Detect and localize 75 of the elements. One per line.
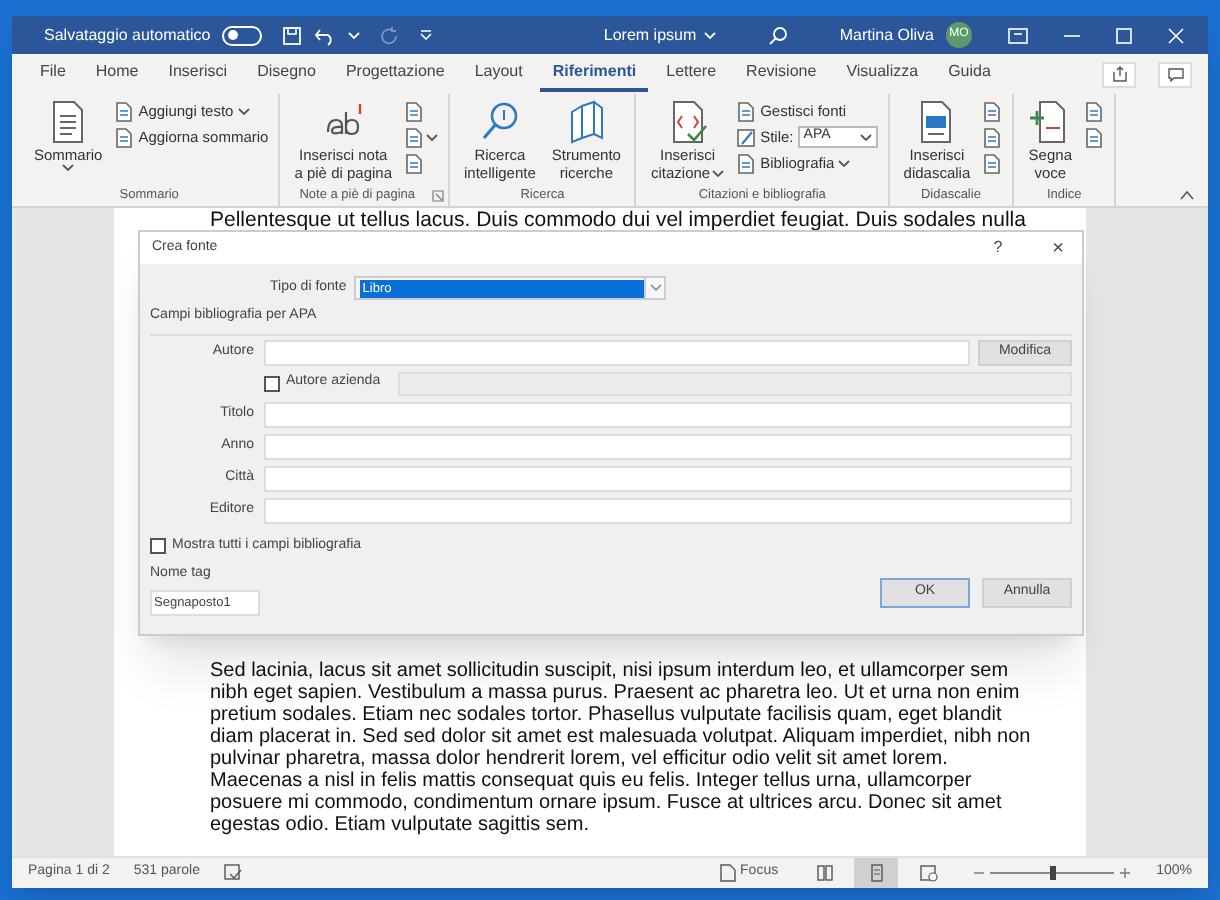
text-field[interactable]	[264, 465, 1072, 491]
document-icon	[404, 101, 425, 121]
save-icon[interactable]	[282, 25, 303, 45]
share-icon	[1111, 66, 1127, 82]
document-icon	[982, 127, 1003, 147]
autosave-label: Salvataggio automatico	[44, 23, 211, 47]
caret-icon	[348, 31, 361, 39]
ribbon-tab[interactable]: Lettere	[654, 57, 729, 91]
caret-icon	[237, 107, 250, 115]
web-layout-icon	[919, 864, 938, 882]
caret-icon	[859, 133, 872, 141]
text-field[interactable]	[264, 497, 1072, 523]
read-mode-icon	[815, 864, 834, 882]
zoom-out-icon[interactable]	[974, 868, 985, 878]
search-icon[interactable]	[767, 25, 788, 45]
comment-icon	[1167, 67, 1183, 81]
share-button[interactable]	[1102, 61, 1136, 87]
user-name: Martina Oliva	[839, 23, 934, 47]
ribbon-tab[interactable]: Progettazione	[333, 57, 457, 91]
ribbon-tab[interactable]: Layout	[462, 57, 535, 91]
ribbon-tab[interactable]: File	[28, 57, 78, 91]
print-layout-icon	[867, 864, 886, 882]
view-button[interactable]	[854, 858, 899, 888]
document-icon	[404, 153, 425, 173]
document-icon	[736, 101, 757, 121]
ribbon-icon-button[interactable]	[404, 126, 439, 148]
document-icon	[114, 101, 135, 121]
caret-icon	[649, 284, 662, 292]
focus-icon	[720, 864, 737, 882]
caret-icon	[704, 31, 717, 39]
autosave-toggle[interactable]	[222, 25, 263, 45]
document-text: Pellentesque ut tellus lacus. Duis commodo dui vel imperdiet feugiat. Duis sodales nulla	[210, 208, 1026, 234]
comments-button[interactable]	[1158, 61, 1192, 87]
document-icon	[114, 127, 135, 147]
document-icon	[982, 153, 1003, 173]
ribbon-tab[interactable]: Guida	[936, 57, 1003, 91]
maximize-icon[interactable]	[1116, 27, 1132, 43]
proofing-icon[interactable]	[223, 864, 242, 882]
close-icon[interactable]	[1168, 27, 1184, 43]
ribbon-tab[interactable]: Inserisci	[156, 57, 240, 91]
ribbon-tab[interactable]: Disegno	[245, 57, 328, 91]
ribbon-tab[interactable]: Home	[83, 57, 151, 91]
zoom-in-icon[interactable]	[1120, 868, 1131, 878]
close-button[interactable]: ×	[1046, 233, 1070, 263]
document-icon	[1084, 101, 1105, 121]
ribbon-icon-button[interactable]	[982, 100, 1003, 122]
document-icon	[982, 101, 1003, 121]
text-field[interactable]	[264, 339, 970, 365]
ribbon-icon-button[interactable]	[1084, 126, 1105, 148]
document-paragraph: Sed lacinia, lacus sit amet sollicitudin suscipit, nisi ipsum interdum leo, et ullamcorper sem nibh eget sapien. Vestibulum a massa purus. Praesent ac pharetra leo. Ut et urna non enim pretium sodales. Etiam nec sodales tortor. Phasellus vulputate facilisis quam, eget blandit diam placerat in. Sed sed dolor sit amet est malesuada volutpat. Aliquam imperdiet, nibh non pulvinar pharetra, massa dolor hendrerit lorem, vel efficitur odio velit sit amet lorem. Maecenas a nisl in felis mattis consequat quis eu felis. Integer tellus urna, ullamcorper posuere mi commodo, condimentum ornare ipsum. Fusce at ultrices arcu. Donec sit amet egestas odio. Etiam vulputate sagittis sem.	[210, 660, 1033, 836]
caret-icon	[712, 169, 725, 177]
ribbon-display-icon[interactable]	[1008, 27, 1028, 43]
slider-thumb[interactable]	[1049, 866, 1056, 880]
ribbon-tab[interactable]: Revisione	[734, 57, 829, 91]
caret-icon	[426, 133, 439, 141]
caret-icon	[838, 159, 851, 167]
collapse-ribbon-icon[interactable]	[1180, 190, 1194, 200]
style-icon	[736, 127, 757, 147]
ribbon-tab[interactable]: Visualizza	[834, 57, 931, 91]
text-field[interactable]	[264, 433, 1072, 459]
document-icon	[736, 153, 757, 173]
dialog-launcher-icon[interactable]	[432, 190, 445, 202]
checkbox[interactable]	[150, 537, 166, 554]
document-icon	[1084, 127, 1105, 147]
customize-caret-icon[interactable]	[420, 30, 433, 40]
magnifier-icon	[477, 100, 522, 144]
ribbon-icon-button[interactable]	[982, 152, 1003, 174]
help-button[interactable]: ?	[986, 236, 1010, 260]
undo-icon[interactable]	[314, 25, 337, 45]
ribbon-icon-button[interactable]	[982, 126, 1003, 148]
ribbon-icon-button[interactable]	[1084, 100, 1105, 122]
document-title[interactable]: Lorem ipsum	[603, 23, 697, 47]
text-field[interactable]	[264, 401, 1072, 427]
document-icon	[404, 127, 425, 147]
caret-icon	[62, 164, 75, 172]
